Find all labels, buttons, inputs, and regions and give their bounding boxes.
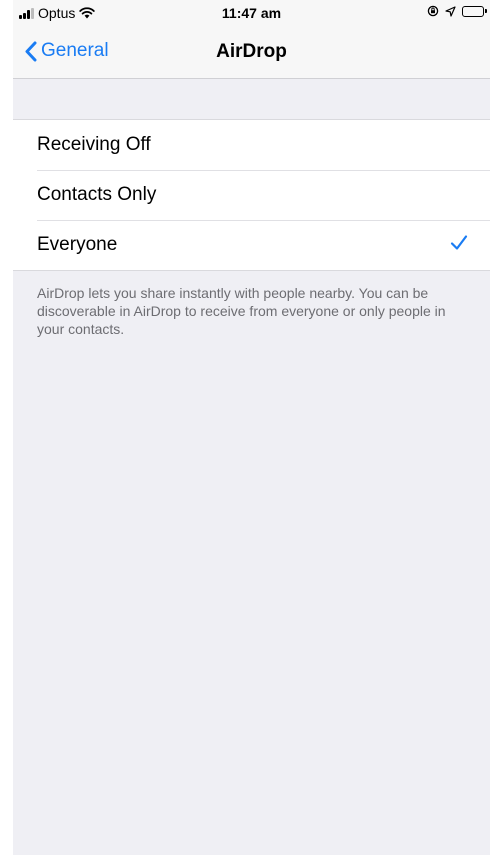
option-label: Receiving Off <box>37 134 151 155</box>
airdrop-description: AirDrop lets you share instantly with pe… <box>37 285 446 337</box>
option-receiving-off[interactable]: Receiving Off <box>13 120 490 170</box>
option-contacts-only[interactable]: Contacts Only <box>13 170 490 220</box>
option-label: Everyone <box>37 234 118 255</box>
airdrop-options-list: Receiving Off Contacts Only Everyone <box>13 119 490 271</box>
option-everyone[interactable]: Everyone <box>13 220 490 270</box>
orientation-lock-icon <box>427 5 439 17</box>
battery-icon <box>462 5 487 17</box>
navigation-bar: General AirDrop <box>13 28 490 79</box>
page-title: AirDrop <box>216 41 287 62</box>
settings-screen: Optus 11:47 am General AirDrop Receiving… <box>13 0 490 855</box>
status-time: 11:47 am <box>221 5 282 21</box>
location-icon <box>445 5 456 17</box>
option-label: Contacts Only <box>37 184 157 205</box>
checkmark-icon <box>450 235 468 250</box>
status-bar: Optus 11:47 am <box>13 0 490 28</box>
status-right <box>427 5 487 17</box>
